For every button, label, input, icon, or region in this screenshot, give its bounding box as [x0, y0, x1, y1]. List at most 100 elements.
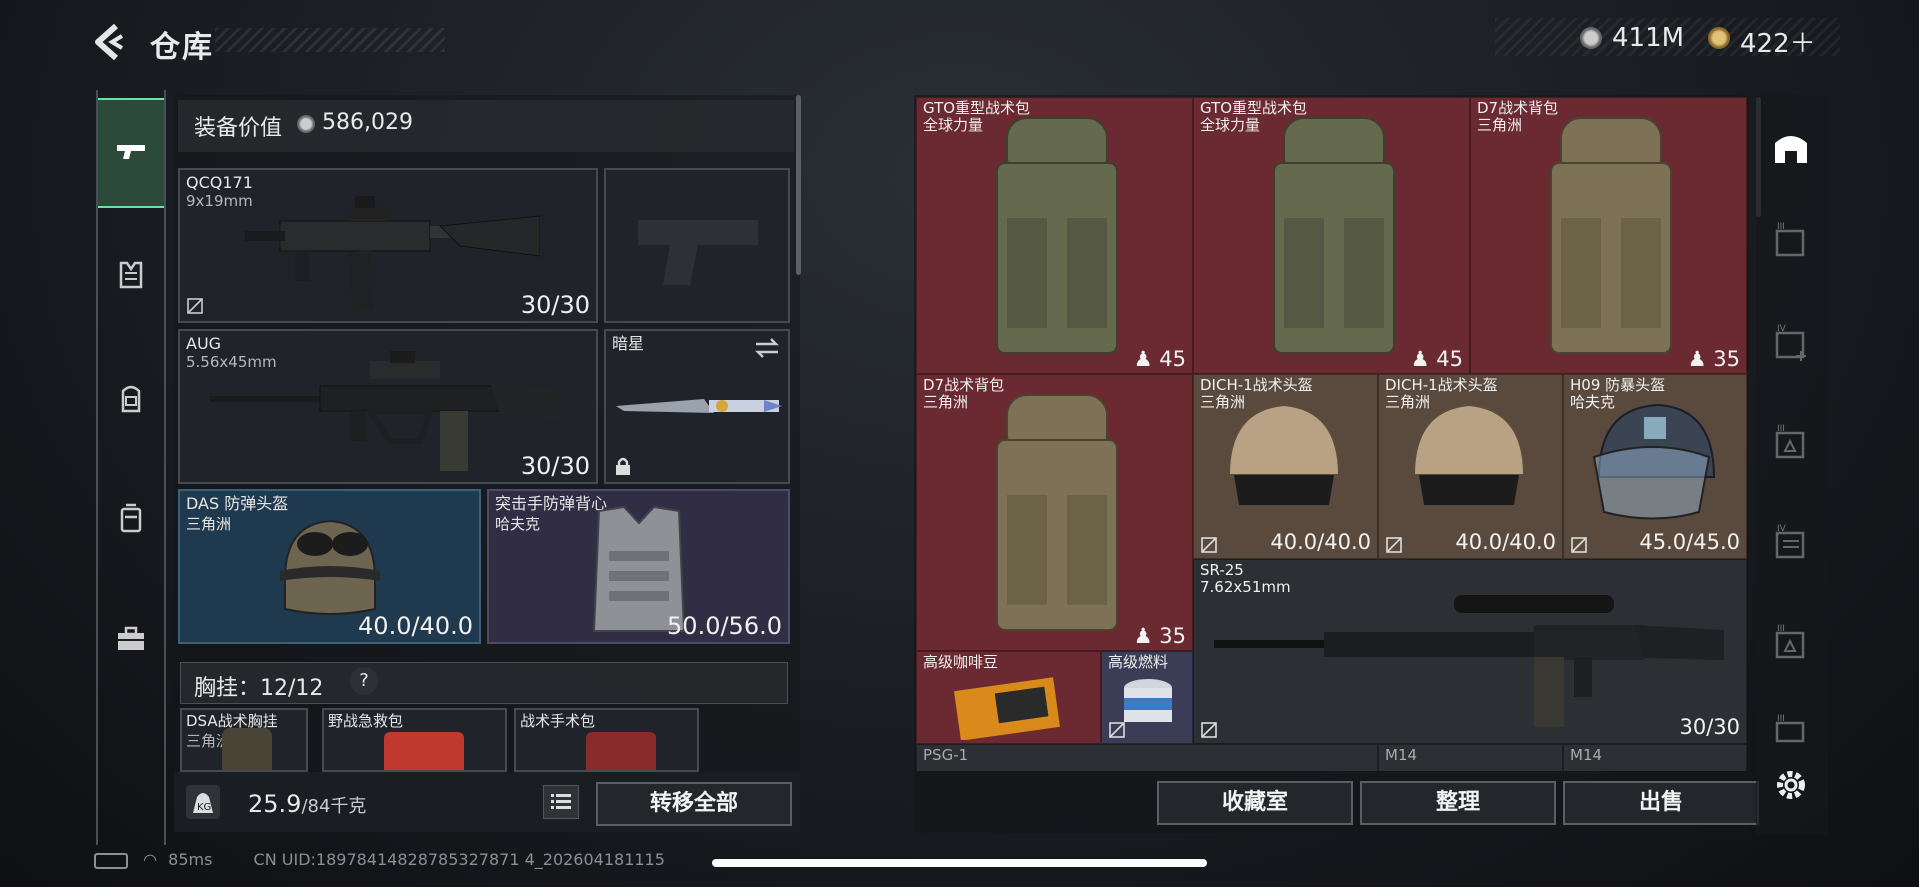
vest-icon: [119, 261, 143, 289]
weight-current: 25.9: [248, 790, 302, 818]
nav-filter-2[interactable]: III: [1768, 218, 1814, 264]
settings-button[interactable]: [1768, 762, 1814, 808]
toolbox-icon: [118, 626, 144, 650]
svg-text:IV: IV: [1777, 324, 1787, 334]
item-name: 高级咖啡豆: [923, 653, 999, 671]
storage-item[interactable]: PSG-1: [916, 744, 1378, 771]
storage-item[interactable]: H09 防暴头盔 哈夫克 45.0/45.0: [1563, 374, 1747, 559]
equipment-value-label: 装备价值: [194, 116, 283, 141]
backpack-icon: [121, 385, 141, 413]
collection-room-button[interactable]: 收藏室: [1157, 781, 1353, 825]
nav-toolbox[interactable]: [98, 584, 164, 694]
svg-text:III: III: [1777, 714, 1785, 724]
pistol-slot[interactable]: [604, 168, 790, 323]
item-ammo: 30/30: [1679, 715, 1740, 739]
chest-rig-capacity: 胸挂：12/12: [194, 676, 324, 701]
helmet-image: [1412, 403, 1526, 505]
backpack-image: [1550, 117, 1672, 354]
equipment-value: 586,029: [322, 110, 413, 135]
backpack-image: [996, 117, 1118, 354]
insurance-off-icon: [1571, 537, 1587, 553]
weapon-ammo: 30/30: [520, 452, 590, 480]
coffee-beans-image: [954, 677, 1060, 740]
item-capacity: ♟ 45: [1410, 347, 1463, 371]
currency-2-value[interactable]: 422＋: [1740, 23, 1816, 60]
rifle-image: [210, 351, 560, 471]
carry-weight: 25.9/84千克: [248, 790, 366, 818]
lock-icon: [616, 457, 630, 475]
nav-vest[interactable]: [98, 220, 164, 330]
storage-item[interactable]: M14: [1378, 744, 1563, 771]
swap-icon[interactable]: [754, 337, 780, 359]
storage-item[interactable]: M14: [1563, 744, 1747, 771]
item-durability: 40.0/40.0: [1455, 530, 1556, 554]
nav-weapons[interactable]: [98, 98, 164, 208]
insurance-off-icon: [187, 298, 203, 314]
home-indicator[interactable]: [712, 859, 1207, 867]
nav-all-storage[interactable]: [1768, 124, 1814, 170]
surgery-kit-image: [586, 732, 656, 770]
pistol-icon: [117, 145, 145, 159]
storage-item[interactable]: DICH-1战术头盔 三角洲 40.0/40.0: [1378, 374, 1563, 559]
chest-item-slot[interactable]: 野战急救包: [322, 708, 507, 772]
nav-container[interactable]: [98, 464, 164, 574]
havoc-coin-icon: [1580, 27, 1602, 49]
storage-item[interactable]: 高级燃料: [1101, 651, 1193, 744]
svg-text:KG: KG: [197, 802, 211, 813]
uid-text: CN UID:18978414828785327871 4_2026041811…: [253, 850, 665, 869]
storage-item[interactable]: DICH-1战术头盔 三角洲 40.0/40.0: [1193, 374, 1378, 559]
chest-item-slot[interactable]: 战术手术包: [514, 708, 699, 772]
helmet-slot[interactable]: DAS 防弹头盔 三角洲 40.0/40.0: [178, 489, 481, 644]
nav-filter-6[interactable]: III: [1768, 620, 1814, 666]
secondary-weapon-slot[interactable]: AUG 5.56x45mm 30/30: [178, 329, 598, 484]
armor-durability: 50.0/56.0: [667, 612, 782, 640]
nav-filter-5[interactable]: IV: [1768, 520, 1814, 566]
nav-backpack[interactable]: [98, 344, 164, 454]
melee-name: 暗星: [612, 334, 645, 353]
smg-image: [245, 196, 540, 312]
item-capacity: ♟ 45: [1133, 347, 1186, 371]
nav-filter-7[interactable]: III: [1768, 710, 1814, 756]
svg-text:III: III: [1777, 424, 1785, 434]
storage-item[interactable]: 高级咖啡豆: [916, 651, 1101, 744]
list-view-button[interactable]: [543, 785, 579, 819]
equipment-scrollbar[interactable]: [796, 95, 801, 275]
helmet-brand: 三角洲: [186, 515, 232, 533]
storage-item[interactable]: GTO重型战术包 全球力量 ♟ 45: [916, 97, 1193, 374]
warehouse-icon: [1775, 136, 1807, 163]
weight-icon: KG: [186, 785, 220, 819]
storage-filter-icon: III: [1775, 624, 1805, 659]
currency-1-value[interactable]: 411M: [1612, 23, 1684, 53]
item-capacity: ♟ 35: [1687, 347, 1740, 371]
storage-filter-icon: IV: [1775, 524, 1805, 559]
insurance-off-icon: [1201, 537, 1217, 553]
armor-slot[interactable]: 突击手防弹背心 哈夫克 50.0/56.0: [487, 489, 790, 644]
melee-slot[interactable]: 暗星: [604, 329, 790, 484]
sniper-rifle-image: [1214, 595, 1724, 727]
item-name: M14: [1570, 746, 1603, 764]
title-decoration: [215, 28, 445, 52]
transfer-all-button[interactable]: 转移全部: [596, 782, 792, 826]
chest-item-slot[interactable]: DSA战术胸挂 三角洲: [180, 708, 308, 772]
primary-weapon-slot[interactable]: QCQ171 9x19mm 30/30: [178, 168, 598, 323]
storage-item[interactable]: GTO重型战术包 全球力量 ♟ 45: [1193, 97, 1470, 374]
item-name: 高级燃料: [1108, 653, 1169, 671]
nav-filter-4[interactable]: III: [1768, 420, 1814, 466]
backpack-image: [996, 394, 1118, 631]
pistol-silhouette-icon: [638, 220, 758, 285]
sort-button[interactable]: 整理: [1360, 781, 1556, 825]
storage-item[interactable]: D7战术背包 三角洲 ♟ 35: [1470, 97, 1747, 374]
nav-filter-3[interactable]: IV: [1768, 320, 1814, 366]
weight-capacity: /84千克: [301, 796, 367, 817]
insurance-off-icon: [1201, 722, 1217, 738]
list-icon: [551, 794, 571, 809]
back-icon[interactable]: [92, 22, 128, 62]
item-durability: 45.0/45.0: [1639, 530, 1740, 554]
insurance-off-icon: [1109, 722, 1125, 738]
storage-item[interactable]: SR-25 7.62x51mm 30/30: [1193, 559, 1747, 744]
sell-button[interactable]: 出售: [1563, 781, 1759, 825]
battery-icon: [94, 852, 128, 869]
storage-item[interactable]: D7战术背包 三角洲 ♟ 35: [916, 374, 1193, 651]
help-icon[interactable]: ?: [350, 667, 378, 695]
status-bar: ◠ 85ms CN UID:18978414828785327871 4_202…: [94, 850, 665, 869]
